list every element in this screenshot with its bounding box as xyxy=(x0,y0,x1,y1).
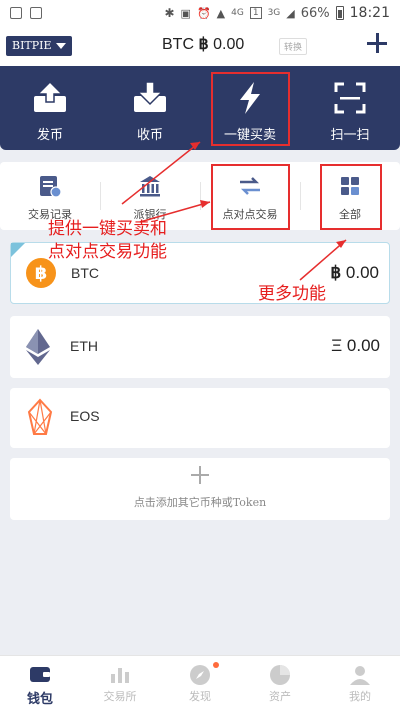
annotation-line-2: 点对点交易功能 xyxy=(48,242,167,262)
annotation-text-trade: 提供一键买卖和 点对点交易功能 xyxy=(48,218,167,264)
annotation-text-more: 更多功能 xyxy=(258,284,326,304)
annotation-line-1: 提供一键买卖和 xyxy=(48,219,167,239)
annotation-arrows xyxy=(121,141,347,281)
